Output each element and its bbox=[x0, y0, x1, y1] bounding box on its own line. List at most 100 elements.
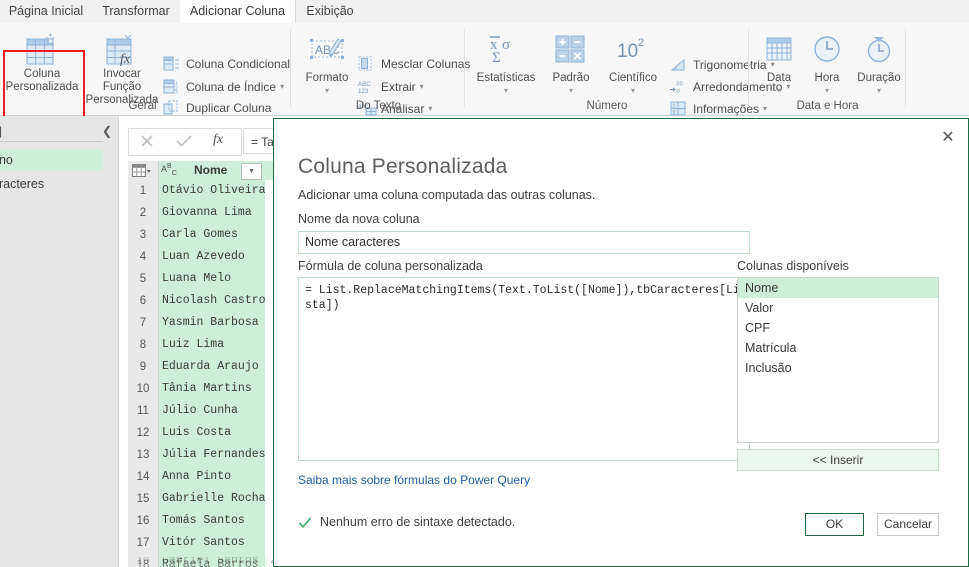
ribbon-group-separator bbox=[290, 29, 291, 107]
accept-check-icon[interactable] bbox=[175, 133, 193, 149]
available-columns-list[interactable]: Nome Valor CPF Matrícula Inclusão bbox=[737, 277, 939, 443]
clock-icon bbox=[811, 33, 843, 68]
query-item-caracteres[interactable]: aracteres bbox=[0, 173, 103, 195]
custom-column-formula-input[interactable]: = List.ReplaceMatchingItems(Text.ToList(… bbox=[298, 277, 750, 461]
query-item-label: aracteres bbox=[0, 177, 45, 191]
calendar-icon bbox=[763, 33, 795, 68]
scientific-label: Científico bbox=[609, 72, 657, 84]
available-column-item[interactable]: CPF bbox=[738, 318, 938, 338]
conditional-column-button[interactable]: Coluna Condicional bbox=[163, 55, 290, 74]
tab-adicionar-coluna[interactable]: Adicionar Coluna bbox=[180, 0, 296, 23]
cell-nome: Júlio Cunha bbox=[159, 400, 267, 422]
insert-button[interactable]: << Inserir bbox=[737, 449, 939, 471]
chevron-down-icon[interactable]: ▾ bbox=[600, 86, 666, 95]
index-column-button[interactable]: 1 2 3 Coluna de Índice ▾ bbox=[163, 77, 284, 96]
svg-text:.0: .0 bbox=[675, 89, 680, 94]
index-column-icon: 1 2 3 bbox=[163, 79, 182, 96]
power-query-help-link[interactable]: Saiba mais sobre fórmulas do Power Query bbox=[298, 473, 530, 487]
statistics-button[interactable]: x σ Σ Estatísticas ▾ bbox=[470, 27, 542, 99]
cell-nome: Yasmin Barbosa bbox=[159, 312, 267, 334]
chevron-down-icon[interactable]: ▾ bbox=[542, 86, 600, 95]
available-column-item[interactable]: Nome bbox=[738, 278, 938, 298]
cell-nome: Vitór Santos bbox=[159, 532, 267, 554]
standard-button[interactable]: Padrão ▾ bbox=[542, 27, 600, 99]
scientific-button[interactable]: 10 2 Científico ▾ bbox=[600, 27, 666, 99]
cell-nome: Eduarda Araujo bbox=[159, 356, 267, 378]
divider bbox=[0, 141, 103, 142]
custom-column-button[interactable]: Coluna Personalizada bbox=[4, 27, 80, 99]
format-label: Formato bbox=[305, 72, 349, 84]
ribbon-group-separator bbox=[748, 29, 749, 107]
column-header-nome[interactable]: Nome bbox=[194, 161, 227, 180]
chevron-down-icon[interactable]: ▾ bbox=[851, 86, 907, 95]
svg-text:.00: .00 bbox=[675, 82, 683, 88]
tab-exibicao[interactable]: Exibição bbox=[295, 0, 365, 23]
cell-nome: Luis Costa bbox=[159, 422, 267, 444]
chevron-down-icon[interactable]: ▾ bbox=[755, 86, 803, 95]
cell-nome: Anna Pinto bbox=[159, 466, 267, 488]
trigonometry-icon bbox=[670, 57, 689, 72]
tab-pagina-inicial[interactable]: Página Inicial bbox=[0, 0, 92, 23]
queries-pane: 2] ❮ ano aracteres bbox=[0, 116, 119, 567]
row-number: 2 bbox=[128, 202, 159, 224]
tab-label: Adicionar Coluna bbox=[189, 4, 286, 18]
chevron-down-icon[interactable]: ▾ bbox=[803, 86, 851, 95]
extract-button[interactable]: ABC 123 Extrair ▾ bbox=[358, 77, 424, 96]
chevron-down-icon[interactable]: ▾ bbox=[420, 77, 424, 96]
table-corner-icon bbox=[132, 164, 152, 180]
filter-dropdown-icon[interactable]: ▼ bbox=[241, 163, 262, 180]
cell-nome: Luana Melo bbox=[159, 268, 267, 290]
row-number: 4 bbox=[128, 246, 159, 268]
standard-operators-icon bbox=[554, 33, 588, 68]
tab-label: Página Inicial bbox=[8, 4, 84, 18]
sigma-statistics-icon: x σ Σ bbox=[486, 33, 526, 68]
row-number: 16 bbox=[128, 510, 159, 532]
dialog-subtitle: Adicionar uma coluna computada das outra… bbox=[298, 188, 596, 202]
index-column-label: Coluna de Índice bbox=[186, 80, 277, 94]
svg-text:123: 123 bbox=[358, 88, 369, 94]
duration-button[interactable]: Duração ▾ bbox=[851, 27, 907, 99]
merge-columns-icon bbox=[358, 56, 377, 71]
available-columns-label: Colunas disponíveis bbox=[737, 259, 849, 273]
chevron-down-icon[interactable]: ▾ bbox=[296, 86, 358, 95]
query-item-ano[interactable]: ano bbox=[0, 149, 103, 171]
svg-text:2: 2 bbox=[638, 37, 644, 49]
available-column-item[interactable]: Inclusão bbox=[738, 358, 938, 378]
statistics-label: Estatísticas bbox=[476, 72, 536, 84]
cancel-button[interactable]: Cancelar bbox=[877, 513, 939, 536]
chevron-down-icon[interactable]: ▾ bbox=[280, 77, 284, 96]
ribbon-group-label-do-texto: Do Texto bbox=[355, 100, 402, 112]
queries-pane-header: 2] ❮ bbox=[0, 124, 118, 140]
new-column-name-input[interactable]: Nome caracteres bbox=[298, 231, 750, 254]
formula-bar-buttons: fx bbox=[128, 128, 242, 156]
cell-nome: Otávio Oliveira bbox=[159, 180, 267, 202]
fx-icon[interactable]: fx bbox=[213, 132, 223, 148]
available-column-item[interactable]: Matrícula bbox=[738, 338, 938, 358]
ribbon-group-geral: Coluna Personalizada fx Invocar Função P… bbox=[0, 23, 290, 115]
date-button[interactable]: Data ▾ bbox=[755, 27, 803, 99]
cancel-x-icon[interactable] bbox=[139, 133, 155, 149]
invoke-custom-function-button[interactable]: fx Invocar Função Personalizada bbox=[84, 27, 160, 106]
row-number: 14 bbox=[128, 466, 159, 488]
tab-transformar[interactable]: Transformar bbox=[92, 0, 180, 23]
available-column-item[interactable]: Valor bbox=[738, 298, 938, 318]
grid-corner-cell[interactable] bbox=[128, 161, 159, 180]
ribbon-group-data-e-hora: Data ▾ Hora ▾ Duração ▾ Data e Hora bbox=[755, 23, 901, 115]
svg-text:ABC: ABC bbox=[358, 81, 371, 88]
ok-button[interactable]: OK bbox=[805, 513, 864, 536]
merge-columns-label: Mesclar Colunas bbox=[381, 57, 471, 71]
row-number: 1 bbox=[128, 180, 159, 202]
chevron-down-icon[interactable]: ▾ bbox=[470, 86, 542, 95]
chevron-left-icon[interactable]: ❮ bbox=[102, 124, 112, 138]
ribbon-group-label-numero: Número bbox=[586, 100, 628, 112]
cell-nome: Luan Azevedo bbox=[159, 246, 267, 268]
format-button[interactable]: ABC Formato ▾ bbox=[296, 27, 358, 99]
tab-label: Exibição bbox=[306, 4, 354, 18]
column-type-icon: ABC bbox=[161, 163, 177, 177]
merge-columns-button[interactable]: Mesclar Colunas bbox=[358, 55, 470, 74]
custom-column-label: Coluna Personalizada bbox=[5, 68, 79, 93]
row-number: 3 bbox=[128, 224, 159, 246]
close-icon[interactable]: ✕ bbox=[938, 128, 958, 148]
row-number: 13 bbox=[128, 444, 159, 466]
time-button[interactable]: Hora ▾ bbox=[803, 27, 851, 99]
